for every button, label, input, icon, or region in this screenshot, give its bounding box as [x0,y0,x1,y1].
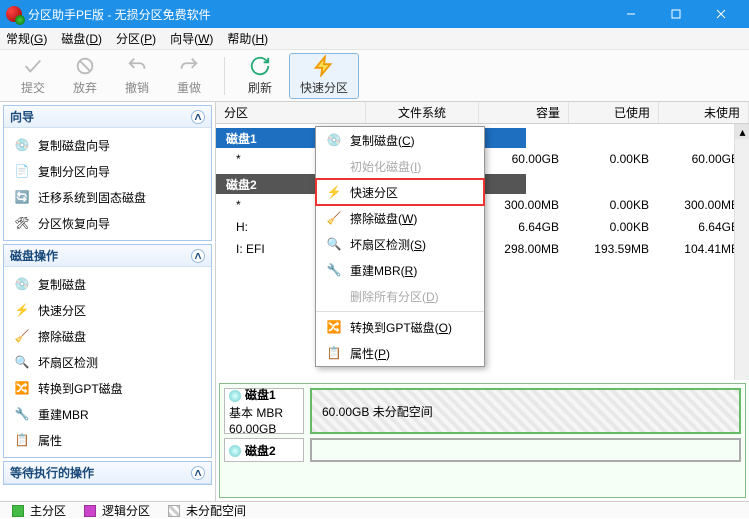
sidebar-item-copy-disk-wizard[interactable]: 💿复制磁盘向导 [4,132,211,158]
col-unused[interactable]: 未使用 [659,102,749,123]
legend-primary: 主分区 [12,502,66,519]
bad-sector-icon: 🔍 [326,236,342,252]
close-button[interactable] [698,0,743,28]
disk-viewer-row-1[interactable]: 磁盘1 基本 MBR 60.00GB 60.00GB 未分配空间 [224,388,741,434]
sidebar-item-bad-sector[interactable]: 🔍坏扇区检测 [4,349,211,375]
sidebar-item-convert-gpt[interactable]: 🔀转换到GPT磁盘 [4,375,211,401]
gpt-icon: 🔀 [14,380,30,396]
separator [224,57,225,95]
sidebar-item-properties[interactable]: 📋属性 [4,427,211,453]
rebuild-mbr-icon: 🔧 [14,406,30,422]
pending-panel-header[interactable]: 等待执行的操作˄ [4,462,211,484]
maximize-button[interactable] [653,0,698,28]
diskops-panel-header[interactable]: 磁盘操作˄ [4,245,211,267]
redo-button[interactable]: 重做 [166,53,212,99]
legend: 主分区 逻辑分区 未分配空间 [0,501,749,518]
bad-sector-icon: 🔍 [14,354,30,370]
rebuild-mbr-icon: 🔧 [326,262,342,278]
menu-help[interactable]: 帮助(H) [227,30,268,47]
wizard-panel: 向导˄ 💿复制磁盘向导 📄复制分区向导 🔄迁移系统到固态磁盘 🛠分区恢复向导 [3,105,212,241]
ctx-convert-gpt[interactable]: 🔀转换到GPT磁盘(O) [316,314,484,340]
ctx-bad-sector[interactable]: 🔍坏扇区检测(S) [316,231,484,257]
disk-bar-1[interactable]: 60.00GB 未分配空间 [310,388,741,434]
undo-button[interactable]: 撤销 [114,53,160,99]
col-partition[interactable]: 分区 [216,102,366,123]
col-capacity[interactable]: 容量 [479,102,569,123]
refresh-button[interactable]: 刷新 [237,53,283,99]
sidebar-item-wipe-disk[interactable]: 🧹擦除磁盘 [4,323,211,349]
sidebar-item-partition-recovery[interactable]: 🛠分区恢复向导 [4,210,211,236]
minimize-button[interactable] [608,0,653,28]
quick-part-icon: ⚡ [326,184,342,200]
disk-icon [229,390,241,402]
menu-general[interactable]: 常规(G) [6,30,47,47]
wizard-panel-header[interactable]: 向导˄ [4,106,211,128]
ctx-delete-all: 删除所有分区(D) [316,283,484,309]
part-recover-icon: 🛠 [14,215,30,231]
disk-label-1: 磁盘1 基本 MBR 60.00GB [224,388,304,434]
titlebar: 分区助手PE版 - 无损分区免费软件 [0,0,749,28]
unallocated-segment[interactable]: 60.00GB 未分配空间 [312,390,739,432]
vertical-scrollbar[interactable]: ▴ [734,124,749,380]
sidebar-item-migrate-ssd[interactable]: 🔄迁移系统到固态磁盘 [4,184,211,210]
wipe-disk-icon: 🧹 [14,328,30,344]
disk-viewer-row-2[interactable]: 磁盘2 [224,438,741,462]
sidebar-item-quick-partition[interactable]: ⚡快速分区 [4,297,211,323]
wipe-disk-icon: 🧹 [326,210,342,226]
toolbar: 提交 放弃 撤销 重做 刷新 快速分区 [0,50,749,102]
col-used[interactable]: 已使用 [569,102,659,123]
ctx-wipe-disk[interactable]: 🧹擦除磁盘(W) [316,205,484,231]
disk-viewer: 磁盘1 基本 MBR 60.00GB 60.00GB 未分配空间 磁盘2 [219,383,746,498]
gpt-icon: 🔀 [326,319,342,335]
properties-icon: 📋 [14,432,30,448]
quick-partition-button[interactable]: 快速分区 [289,53,359,99]
copy-disk-icon: 💿 [14,276,30,292]
disk-icon [229,445,241,457]
ctx-init-disk: 初始化磁盘(I) [316,153,484,179]
commit-button[interactable]: 提交 [10,53,56,99]
diskops-panel: 磁盘操作˄ 💿复制磁盘 ⚡快速分区 🧹擦除磁盘 🔍坏扇区检测 🔀转换到GPT磁盘… [3,244,212,458]
menu-disk[interactable]: 磁盘(D) [61,30,102,47]
ctx-rebuild-mbr[interactable]: 🔧重建MBR(R) [316,257,484,283]
copy-disk-icon: 💿 [326,132,342,148]
properties-icon: 📋 [326,345,342,361]
copy-disk-icon: 💿 [14,137,30,153]
legend-unalloc: 未分配空间 [168,502,246,519]
menubar: 常规(G) 磁盘(D) 分区(P) 向导(W) 帮助(H) [0,28,749,50]
ctx-quick-partition[interactable]: ⚡快速分区 [316,179,484,205]
quick-part-icon: ⚡ [14,302,30,318]
sidebar: 向导˄ 💿复制磁盘向导 📄复制分区向导 🔄迁移系统到固态磁盘 🛠分区恢复向导 磁… [0,102,216,501]
copy-part-icon: 📄 [14,163,30,179]
menu-partition[interactable]: 分区(P) [116,30,156,47]
ctx-properties[interactable]: 📋属性(P) [316,340,484,366]
scroll-up-icon[interactable]: ▴ [735,124,749,139]
pending-panel: 等待执行的操作˄ [3,461,212,485]
migrate-ssd-icon: 🔄 [14,189,30,205]
context-menu: 💿复制磁盘(C) 初始化磁盘(I) ⚡快速分区 🧹擦除磁盘(W) 🔍坏扇区检测(… [315,126,485,367]
sidebar-item-copy-partition-wizard[interactable]: 📄复制分区向导 [4,158,211,184]
chevron-up-icon: ˄ [191,466,205,480]
app-icon [6,6,22,22]
disk-bar-2[interactable] [310,438,741,462]
separator [316,311,484,312]
menu-wizard[interactable]: 向导(W) [170,30,213,47]
chevron-up-icon: ˄ [191,249,205,263]
ctx-copy-disk[interactable]: 💿复制磁盘(C) [316,127,484,153]
discard-button[interactable]: 放弃 [62,53,108,99]
sidebar-item-rebuild-mbr[interactable]: 🔧重建MBR [4,401,211,427]
column-headers: 分区 文件系统 容量 已使用 未使用 [216,102,749,124]
window-title: 分区助手PE版 - 无损分区免费软件 [28,6,608,23]
disk-label-2: 磁盘2 [224,438,304,462]
col-filesystem[interactable]: 文件系统 [366,102,479,123]
sidebar-item-copy-disk[interactable]: 💿复制磁盘 [4,271,211,297]
legend-logical: 逻辑分区 [84,502,150,519]
chevron-up-icon: ˄ [191,110,205,124]
